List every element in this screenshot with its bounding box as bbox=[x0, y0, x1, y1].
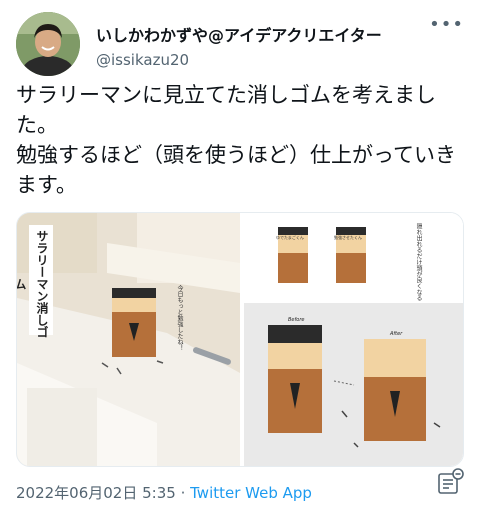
display-name[interactable]: いしかわかずや@アイデアクリエイター bbox=[96, 22, 382, 46]
eraser-diagram-image bbox=[244, 213, 463, 466]
user-avatar-icon bbox=[16, 12, 80, 76]
note-text: 隠れ出れるだけ頭が良くなる bbox=[415, 223, 422, 301]
after-label: After bbox=[390, 331, 403, 337]
media-photo-left[interactable]: サラリーマン消しゴム 今日もっと勉強したね！ bbox=[17, 213, 240, 466]
label-top-left: ゆでたまごくん bbox=[276, 235, 304, 240]
user-handle[interactable]: @issikazu20 bbox=[96, 51, 382, 69]
tweet-header: いしかわかずや@アイデアクリエイター @issikazu20 ••• bbox=[16, 12, 464, 76]
tweet-footer: 2022年06月02日 5:35 · Twitter Web App bbox=[16, 482, 312, 503]
before-label: Before bbox=[288, 317, 305, 323]
tweet-text: サラリーマンに見立てた消しゴムを考えました。 勉強するほど（頭を使うほど）仕上が… bbox=[16, 80, 464, 200]
analytics-icon[interactable] bbox=[436, 468, 464, 496]
avatar[interactable] bbox=[16, 12, 80, 76]
tweet-media: サラリーマン消しゴム 今日もっと勉強したね！ ゆでたまごくん 勉強させたくん 隠… bbox=[16, 212, 464, 467]
tweet-timestamp[interactable]: 2022年06月02日 5:35 bbox=[16, 484, 176, 502]
source-app-link[interactable]: Twitter Web App bbox=[190, 484, 312, 502]
label-top-right: 勉強させたくん bbox=[334, 235, 362, 240]
analytics-icon-graphic bbox=[438, 468, 464, 494]
media-photo-right[interactable]: ゆでたまごくん 勉強させたくん 隠れ出れるだけ頭が良くなる Before Aft… bbox=[244, 213, 463, 466]
product-banner: サラリーマン消しゴム bbox=[17, 230, 49, 338]
more-options-icon[interactable]: ••• bbox=[429, 16, 464, 34]
user-info: いしかわかずや@アイデアクリエイター @issikazu20 bbox=[96, 22, 382, 69]
footer-separator: · bbox=[175, 484, 191, 502]
photo-caption: 今日もっと勉強したね！ bbox=[176, 285, 183, 351]
tweet-body: サラリーマンに見立てた消しゴムを考えました。 勉強するほど（頭を使うほど）仕上が… bbox=[16, 83, 456, 197]
